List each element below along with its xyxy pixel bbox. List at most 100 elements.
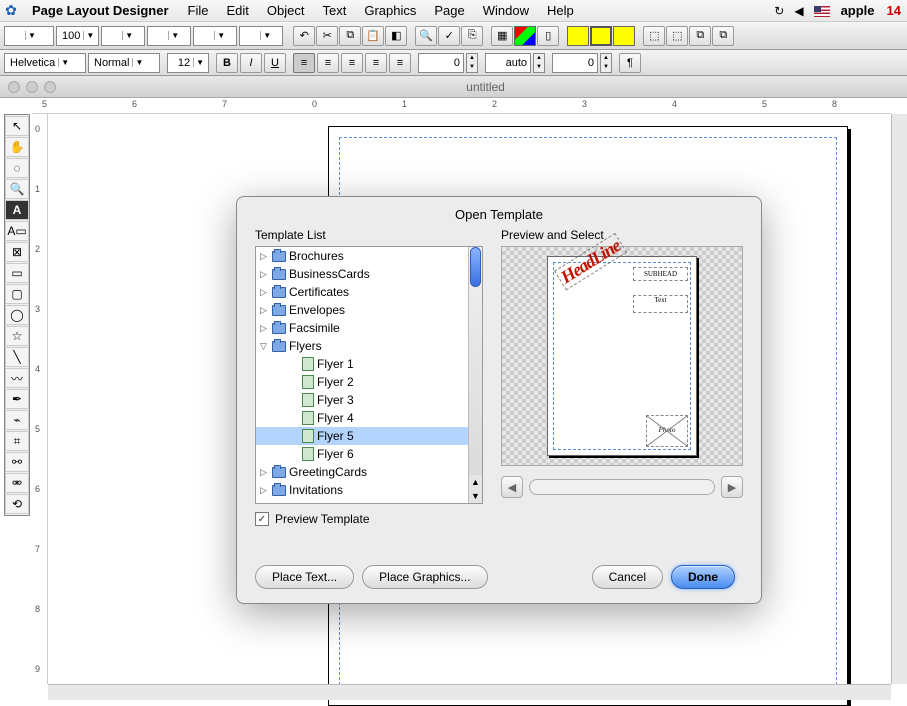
vertical-ruler[interactable]: 0123456789: [32, 114, 48, 684]
chevron-right-icon[interactable]: ▷: [260, 269, 269, 280]
preview-scrollbar[interactable]: [529, 479, 715, 495]
template-item[interactable]: Flyer 6: [256, 445, 468, 463]
scroll-up-icon[interactable]: ▲: [469, 475, 482, 489]
select-5[interactable]: ▼: [193, 26, 237, 46]
preview-template-checkbox[interactable]: ✓ Preview Template: [255, 512, 483, 526]
arrange-1[interactable]: ⬚: [643, 26, 665, 46]
apple-menu-icon[interactable]: ✿: [0, 2, 22, 19]
grid-button[interactable]: ▦: [491, 26, 513, 46]
template-folder[interactable]: ▷Facsimile: [256, 319, 468, 337]
arrange-3[interactable]: ⧉: [689, 26, 711, 46]
menu-window[interactable]: Window: [474, 3, 538, 18]
tools-palette[interactable]: ↖ ✋ ◌ 🔍 A A▭ ⊠ ▭ ▢ ◯ ☆ ╲ 〰 ✒ ⌁ ⌗ ⚯ ⚮ ⟲: [4, 114, 30, 516]
cut-button[interactable]: ✂: [316, 26, 338, 46]
leading-stepper[interactable]: ▲▼: [533, 53, 545, 73]
menu-edit[interactable]: Edit: [218, 3, 258, 18]
menu-object[interactable]: Object: [258, 3, 314, 18]
page-button[interactable]: ▯: [537, 26, 559, 46]
select-4[interactable]: ▼: [147, 26, 191, 46]
flag-icon[interactable]: [809, 4, 835, 18]
style-select[interactable]: ▼: [4, 26, 54, 46]
arrange-2[interactable]: ⬚: [666, 26, 688, 46]
roundrect-tool-icon[interactable]: ▢: [5, 284, 29, 304]
volume-icon[interactable]: ◀: [789, 4, 808, 18]
menubar-clock[interactable]: 14: [881, 3, 907, 18]
checkbox-icon[interactable]: ✓: [255, 512, 269, 526]
zoom-select[interactable]: 100▼: [56, 26, 99, 46]
baseline-input[interactable]: 0: [552, 53, 598, 73]
font-select[interactable]: Helvetica▼: [4, 53, 86, 73]
template-folder[interactable]: ▷GreetingCards: [256, 463, 468, 481]
place-text-button[interactable]: Place Text...: [255, 565, 354, 589]
spell-button[interactable]: ✓: [438, 26, 460, 46]
highlight-right[interactable]: [613, 26, 635, 46]
menu-help[interactable]: Help: [538, 3, 583, 18]
window-controls[interactable]: [0, 81, 64, 93]
star-tool-icon[interactable]: ☆: [5, 326, 29, 346]
chevron-right-icon[interactable]: ▷: [260, 251, 269, 262]
template-item[interactable]: Flyer 2: [256, 373, 468, 391]
zoom-tool-icon[interactable]: 🔍: [5, 179, 29, 199]
find-button[interactable]: 🔍: [415, 26, 437, 46]
arrow-tool-icon[interactable]: ↖: [5, 116, 29, 136]
template-folder[interactable]: ▷Envelopes: [256, 301, 468, 319]
curve-tool-icon[interactable]: 〰: [5, 368, 29, 388]
template-folder[interactable]: ▽Flyers: [256, 337, 468, 355]
menu-file[interactable]: File: [179, 3, 218, 18]
select-6[interactable]: ▼: [239, 26, 283, 46]
underline-button[interactable]: U: [264, 53, 286, 73]
font-style-select[interactable]: Normal▼: [88, 53, 160, 73]
chevron-right-icon[interactable]: ▷: [260, 485, 269, 496]
place-graphics-button[interactable]: Place Graphics...: [362, 565, 487, 589]
chevron-right-icon[interactable]: ▷: [260, 323, 269, 334]
copy-button[interactable]: ⧉: [339, 26, 361, 46]
tracking-stepper[interactable]: ▲▼: [466, 53, 478, 73]
bold-button[interactable]: B: [216, 53, 238, 73]
marquee-tool-icon[interactable]: ◌: [5, 158, 29, 178]
chevron-right-icon[interactable]: ▷: [260, 467, 269, 478]
template-folder[interactable]: ▷Certificates: [256, 283, 468, 301]
done-button[interactable]: Done: [671, 565, 735, 589]
listbox-scrollbar[interactable]: ▲ ▼: [468, 247, 482, 503]
text-tool-icon[interactable]: A: [5, 200, 29, 220]
font-size-select[interactable]: 12▼: [167, 53, 209, 73]
align-justify-button[interactable]: ≡: [365, 53, 387, 73]
scrollbar-thumb[interactable]: [470, 247, 481, 287]
undo-button[interactable]: ↶: [293, 26, 315, 46]
link-button[interactable]: ⎘: [461, 26, 483, 46]
leading-input[interactable]: auto: [485, 53, 531, 73]
scroll-down-icon[interactable]: ▼: [469, 489, 482, 503]
template-item[interactable]: Flyer 4: [256, 409, 468, 427]
preview-next-button[interactable]: ▶: [721, 476, 743, 498]
unlink-tool-icon[interactable]: ⚮: [5, 473, 29, 493]
sync-icon[interactable]: ↻: [769, 4, 789, 18]
rotate-tool-icon[interactable]: ⟲: [5, 494, 29, 514]
align-left-button[interactable]: ≡: [293, 53, 315, 73]
italic-button[interactable]: I: [240, 53, 262, 73]
menu-graphics[interactable]: Graphics: [355, 3, 425, 18]
paste-button[interactable]: 📋: [362, 26, 384, 46]
crop-tool-icon[interactable]: ⌗: [5, 431, 29, 451]
image-frame-tool-icon[interactable]: ⊠: [5, 242, 29, 262]
pilcrow-button[interactable]: ¶: [619, 53, 641, 73]
chevron-right-icon[interactable]: ▷: [260, 305, 269, 316]
align-center-button[interactable]: ≡: [317, 53, 339, 73]
text-frame-tool-icon[interactable]: A▭: [5, 221, 29, 241]
template-item[interactable]: Flyer 1: [256, 355, 468, 373]
cancel-button[interactable]: Cancel: [592, 565, 663, 589]
bezier-tool-icon[interactable]: ⌁: [5, 410, 29, 430]
erase-button[interactable]: ◧: [385, 26, 407, 46]
highlight-left[interactable]: [567, 26, 589, 46]
baseline-stepper[interactable]: ▲▼: [600, 53, 612, 73]
link-tool-icon[interactable]: ⚯: [5, 452, 29, 472]
vertical-scrollbar[interactable]: [891, 114, 907, 684]
chevron-right-icon[interactable]: ▷: [260, 287, 269, 298]
tracking-input[interactable]: 0: [418, 53, 464, 73]
preview-prev-button[interactable]: ◀: [501, 476, 523, 498]
ellipse-tool-icon[interactable]: ◯: [5, 305, 29, 325]
user-menu[interactable]: apple: [835, 3, 881, 18]
template-folder[interactable]: ▷BusinessCards: [256, 265, 468, 283]
template-folder[interactable]: ▷Invitations: [256, 481, 468, 499]
horizontal-ruler[interactable]: 5670123458: [32, 98, 891, 114]
horizontal-scrollbar[interactable]: [48, 684, 891, 700]
